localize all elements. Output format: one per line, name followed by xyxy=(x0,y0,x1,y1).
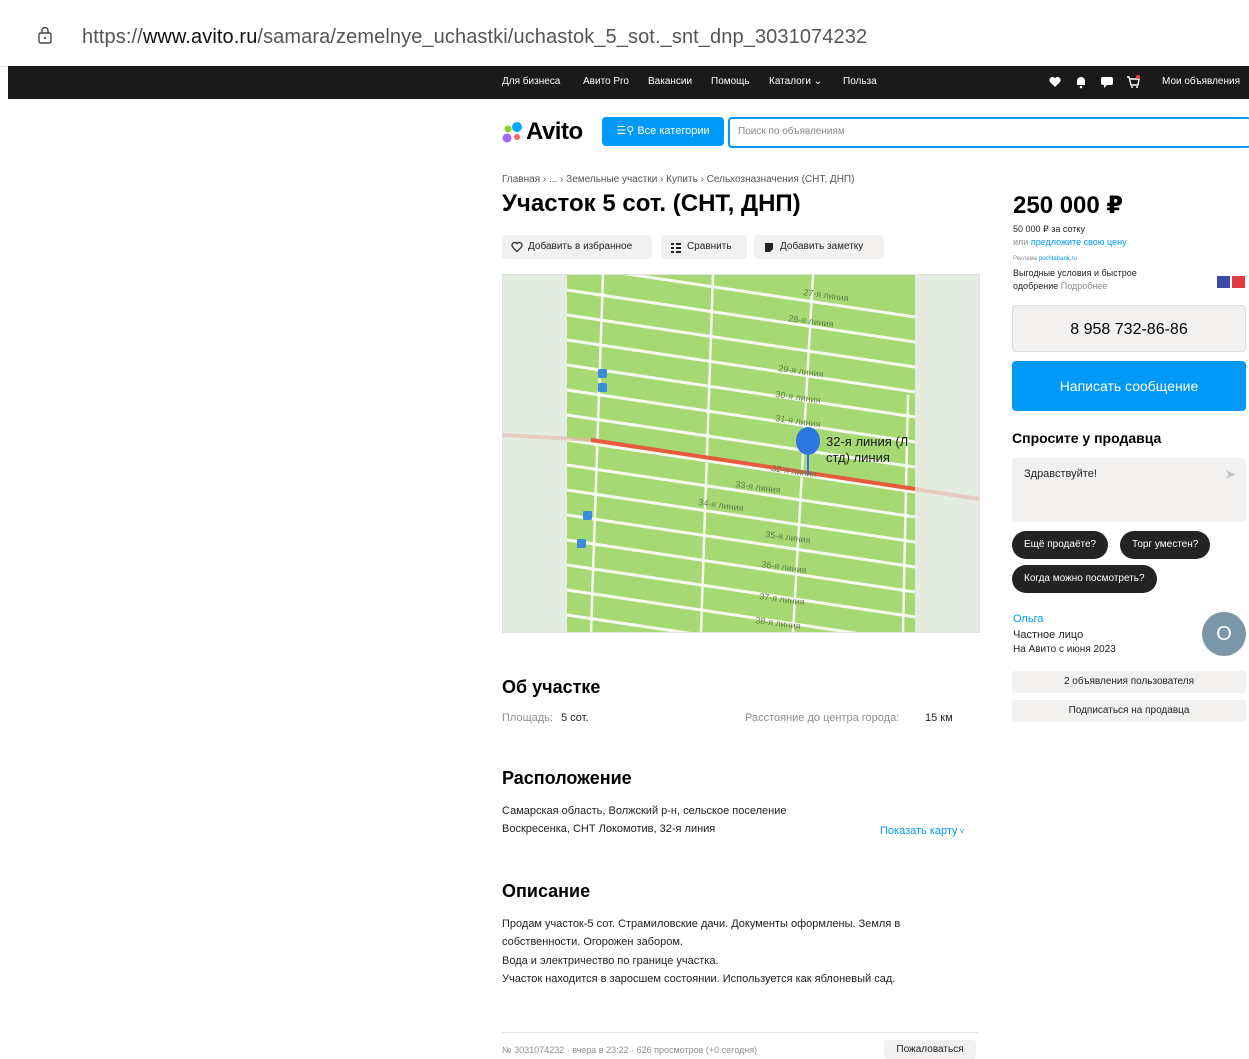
distance-value: 15 км xyxy=(925,712,953,724)
distance-label: Расстояние до центра города: xyxy=(745,712,900,724)
nav-link-help[interactable]: Помощь xyxy=(711,76,750,87)
description-line: Участок находится в заросшем состоянии. … xyxy=(502,973,896,985)
offer-prefix: или xyxy=(1013,237,1029,247)
address-line-1: Самарская область, Волжский р-н, сельско… xyxy=(502,805,787,817)
lock-icon xyxy=(38,26,52,44)
nav-link-catalogs-label: Каталоги xyxy=(769,76,811,87)
area-label: Площадь: xyxy=(502,712,553,724)
ask-seller-heading: Спросите у продавца xyxy=(1012,430,1162,446)
my-ads-link[interactable]: Мои объявления xyxy=(1162,76,1240,87)
note-icon xyxy=(765,243,773,252)
description-line: собственности. Огорожен забором. xyxy=(502,936,683,948)
page-title: Участок 5 сот. (СНТ, ДНП) xyxy=(502,190,801,217)
offer-price-link[interactable]: предложите свою цену xyxy=(1031,237,1127,247)
compare-icon xyxy=(671,243,681,253)
top-navigation: Для бизнеса Авито Pro Вакансии Помощь Ка… xyxy=(8,66,1249,99)
browser-address-bar: https://www.avito.ru/samara/zemelnye_uch… xyxy=(0,0,1249,67)
logo-text: Avito xyxy=(526,118,583,145)
add-note-button[interactable]: Добавить заметку xyxy=(754,235,884,259)
about-heading: Об участке xyxy=(502,677,601,697)
ad-label-line: Реклама pochtabank.ru xyxy=(1013,256,1077,262)
ad-text-1: Выгодные условия и быстрое xyxy=(1013,268,1137,278)
quick-question-chip[interactable]: Когда можно посмотреть? xyxy=(1012,565,1157,593)
listing-meta: № 3031074232 · вчера в 23:22 · 626 просм… xyxy=(502,1045,758,1055)
show-phone-button[interactable]: 8 958 732-86-86 xyxy=(1012,305,1246,352)
quick-question-chip[interactable]: Ещё продаёте? xyxy=(1012,531,1109,559)
compare-button[interactable]: Сравнить xyxy=(661,235,747,259)
nav-link-benefit[interactable]: Польза xyxy=(843,76,877,87)
area-value: 5 сот. xyxy=(561,712,589,724)
cart-icon[interactable] xyxy=(1126,75,1140,89)
send-icon[interactable]: ➤ xyxy=(1224,466,1236,483)
all-categories-button[interactable]: ☰⚲ Все категории xyxy=(602,117,724,146)
avatar-letter: О xyxy=(1216,623,1232,645)
chevron-down-icon: ˅ xyxy=(957,827,965,836)
bank-logo-icon xyxy=(1217,276,1245,288)
ad-text-2-line: одобрение Подробнее xyxy=(1013,281,1107,291)
write-message-button[interactable]: Написать сообщение xyxy=(1012,361,1246,411)
ad-more-link[interactable]: Подробнее xyxy=(1061,281,1108,291)
heart-outline-icon xyxy=(511,241,523,253)
nav-link-avito-pro[interactable]: Авито Pro xyxy=(583,76,629,87)
heart-icon[interactable] xyxy=(1048,75,1062,89)
ad-domain[interactable]: pochtabank.ru xyxy=(1039,256,1077,262)
seller-name-link[interactable]: Ольга xyxy=(1013,613,1043,625)
chat-icon[interactable] xyxy=(1100,75,1114,89)
avito-logo-mark-icon xyxy=(502,122,522,143)
nav-link-catalogs[interactable]: Каталоги ⌄ xyxy=(769,76,822,87)
add-to-favorites-label: Добавить в избранное xyxy=(528,241,633,252)
nav-link-vacancies[interactable]: Вакансии xyxy=(648,76,692,87)
search-input[interactable]: Поиск по объявлениям xyxy=(728,117,1249,148)
add-to-favorites-button[interactable]: Добавить в избранное xyxy=(502,235,652,259)
compare-label: Сравнить xyxy=(687,241,732,252)
ad-label: Реклама xyxy=(1013,256,1038,262)
complain-button[interactable]: Пожаловаться xyxy=(884,1040,976,1059)
seller-since: На Авито с июня 2023 xyxy=(1013,644,1116,655)
address-line-2: Воскресенка, СНТ Локомотив, 32-я линия xyxy=(502,823,716,835)
breadcrumb[interactable]: Главная › ... › Земельные участки › Купи… xyxy=(502,174,854,185)
description-line: Вода и электричество по границе участка. xyxy=(502,955,719,967)
add-note-label: Добавить заметку xyxy=(780,241,864,252)
show-map-link[interactable]: Показать карту ˅ xyxy=(880,825,964,837)
offer-price-line: или предложите свою цену xyxy=(1013,237,1127,247)
price-per-unit: 50 000 ₽ за сотку xyxy=(1013,224,1085,234)
map-canvas: 27-я линия28-я линия29-я линия30-я линия… xyxy=(503,275,979,632)
ad-text-2: одобрение xyxy=(1013,281,1059,291)
divider xyxy=(502,1032,978,1033)
bell-icon[interactable] xyxy=(1074,75,1088,89)
seller-type: Частное лицо xyxy=(1013,629,1084,641)
chevron-down-icon: ⌄ xyxy=(810,76,823,87)
location-heading: Расположение xyxy=(502,768,632,788)
avatar[interactable]: О xyxy=(1202,612,1246,656)
ask-seller-text: Здравствуйте! xyxy=(1024,468,1097,480)
nav-link-business[interactable]: Для бизнеса xyxy=(502,76,560,87)
url-text[interactable]: https://www.avito.ru/samara/zemelnye_uch… xyxy=(82,26,867,49)
all-categories-label: Все категории xyxy=(637,125,710,137)
quick-question-chip[interactable]: Торг уместен? xyxy=(1120,531,1211,559)
price: 250 000 ₽ xyxy=(1013,192,1124,219)
show-map-label: Показать карту xyxy=(880,825,958,837)
subscribe-seller-button[interactable]: Подписаться на продавца xyxy=(1012,700,1246,722)
user-ads-button[interactable]: 2 объявления пользователя xyxy=(1012,671,1246,693)
map-pin-label-2: стд) линия xyxy=(826,450,890,465)
map-pin-label-1: 32-я линия (Л xyxy=(826,434,908,449)
search-placeholder: Поиск по объявлениям xyxy=(738,126,845,137)
ask-seller-input[interactable]: Здравствуйте! ➤ xyxy=(1012,458,1246,522)
description-line: Продам участок-5 сот. Страмиловские дачи… xyxy=(502,918,901,930)
categories-icon: ☰⚲ xyxy=(616,125,638,137)
location-map[interactable]: 27-я линия 28-я линия 29-я линия 30-я линия… xyxy=(502,274,980,633)
description-heading: Описание xyxy=(502,881,591,901)
